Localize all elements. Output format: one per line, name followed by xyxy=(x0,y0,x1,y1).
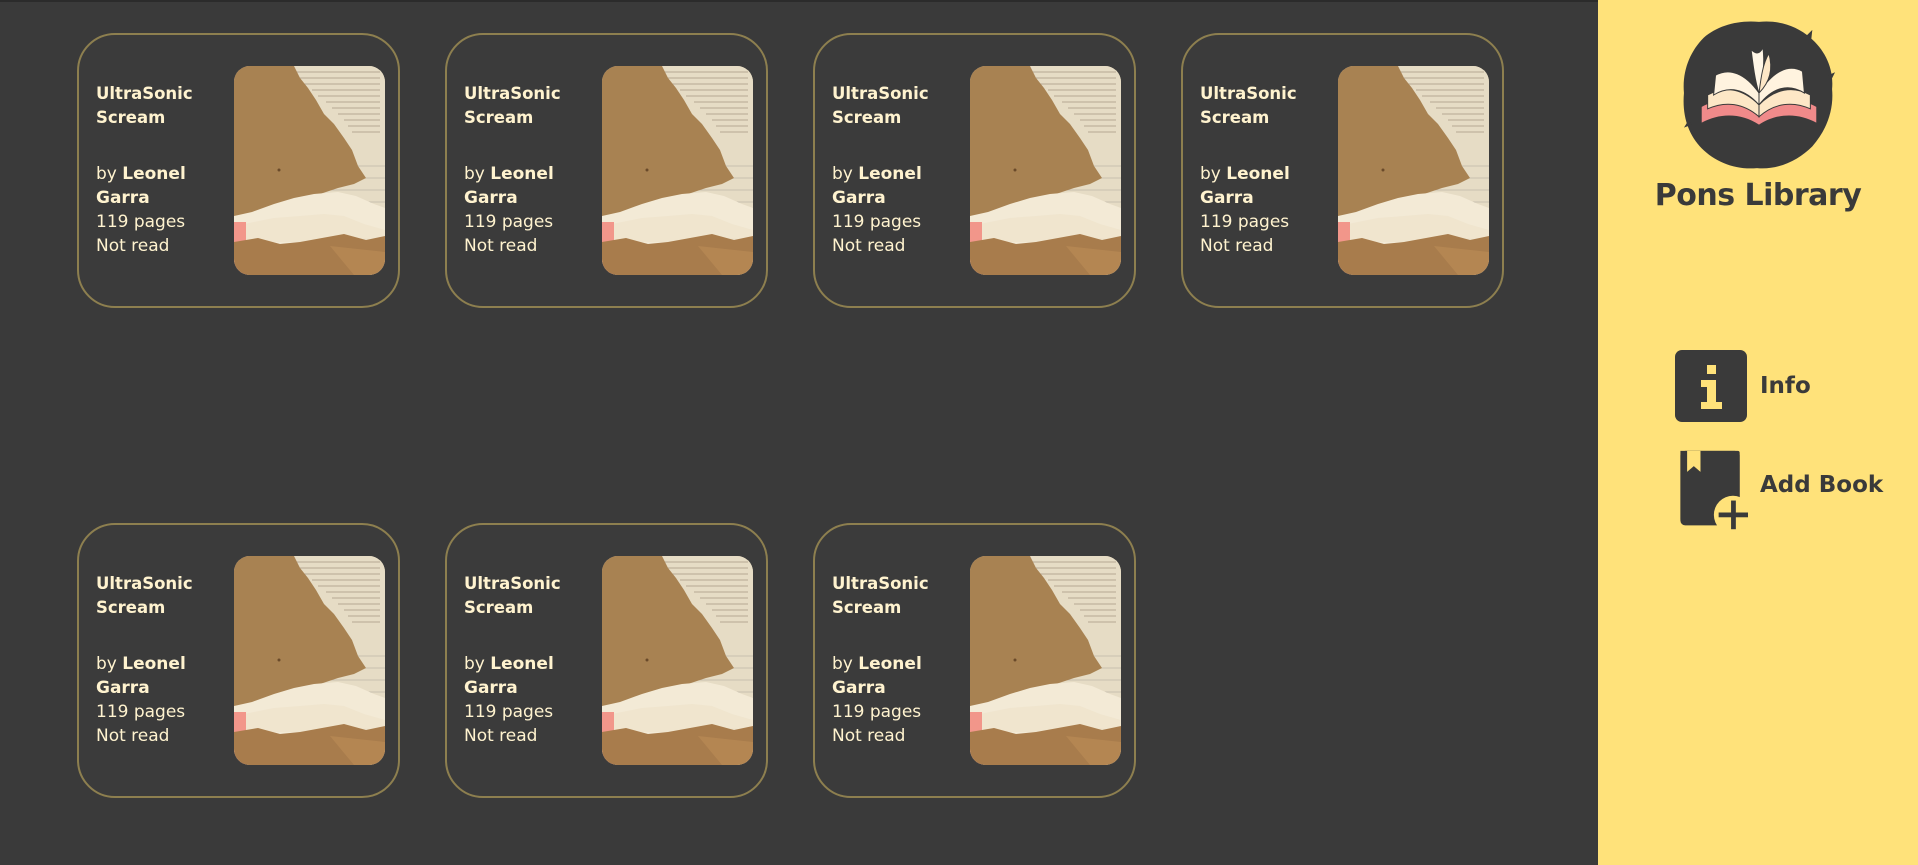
book-status[interactable]: Not read xyxy=(464,724,574,748)
book-author-line: by Leonel Garra xyxy=(96,162,206,210)
book-status[interactable]: Not read xyxy=(832,724,942,748)
book-card[interactable]: UltraSonic Scream by Leonel Garra 119 pa… xyxy=(77,523,400,798)
book-info: UltraSonic Scream by Leonel Garra 119 pa… xyxy=(832,82,942,258)
book-pages: 119 pages xyxy=(96,212,186,232)
book-info: UltraSonic Scream by Leonel Garra 119 pa… xyxy=(464,82,574,258)
book-title: UltraSonic Scream xyxy=(96,574,193,617)
book-pages: 119 pages xyxy=(464,702,554,722)
book-title: UltraSonic Scream xyxy=(1200,84,1297,127)
book-cover-image xyxy=(234,66,385,275)
book-status[interactable]: Not read xyxy=(96,724,206,748)
book-card[interactable]: UltraSonic Scream by Leonel Garra 119 pa… xyxy=(813,33,1136,308)
book-status[interactable]: Not read xyxy=(96,234,206,258)
book-cover-image xyxy=(602,66,753,275)
book-pages: 119 pages xyxy=(832,702,922,722)
book-author-line: by Leonel Garra xyxy=(464,162,574,210)
by-label: by xyxy=(96,164,117,184)
info-button[interactable]: Info xyxy=(1674,349,1811,423)
book-info: UltraSonic Scream by Leonel Garra 119 pa… xyxy=(96,572,206,748)
book-cover-image xyxy=(970,66,1121,275)
by-label: by xyxy=(464,164,485,184)
by-label: by xyxy=(832,164,853,184)
book-author-line: by Leonel Garra xyxy=(1200,162,1310,210)
by-label: by xyxy=(1200,164,1221,184)
book-title: UltraSonic Scream xyxy=(464,574,561,617)
book-author-line: by Leonel Garra xyxy=(464,652,574,700)
book-card[interactable]: UltraSonic Scream by Leonel Garra 119 pa… xyxy=(813,523,1136,798)
book-card[interactable]: UltraSonic Scream by Leonel Garra 119 pa… xyxy=(77,33,400,308)
info-label: Info xyxy=(1760,373,1811,399)
book-cover-image xyxy=(234,556,385,765)
book-pages: 119 pages xyxy=(96,702,186,722)
book-cover-image xyxy=(970,556,1121,765)
add-bookmark-icon xyxy=(1674,448,1753,534)
book-status[interactable]: Not read xyxy=(1200,234,1310,258)
by-label: by xyxy=(832,654,853,674)
book-info: UltraSonic Scream by Leonel Garra 119 pa… xyxy=(96,82,206,258)
book-info: UltraSonic Scream by Leonel Garra 119 pa… xyxy=(1200,82,1310,258)
by-label: by xyxy=(464,654,485,674)
book-info: UltraSonic Scream by Leonel Garra 119 pa… xyxy=(832,572,942,748)
book-card[interactable]: UltraSonic Scream by Leonel Garra 119 pa… xyxy=(445,33,768,308)
app: UltraSonic Scream by Leonel Garra 119 pa… xyxy=(0,0,1918,865)
book-grid: UltraSonic Scream by Leonel Garra 119 pa… xyxy=(0,0,1598,865)
book-author-line: by Leonel Garra xyxy=(832,162,942,210)
book-pages: 119 pages xyxy=(1200,212,1290,232)
by-label: by xyxy=(96,654,117,674)
sidebar: Pons Library Info Add Book xyxy=(1598,0,1918,865)
book-cover-image xyxy=(602,556,753,765)
info-icon xyxy=(1674,349,1748,423)
book-title: UltraSonic Scream xyxy=(832,574,929,617)
brand-name: Pons Library xyxy=(1654,178,1862,213)
book-info: UltraSonic Scream by Leonel Garra 119 pa… xyxy=(464,572,574,748)
book-pages: 119 pages xyxy=(832,212,922,232)
book-cover-image xyxy=(1338,66,1489,275)
book-author-line: by Leonel Garra xyxy=(96,652,206,700)
book-status[interactable]: Not read xyxy=(832,234,942,258)
book-title: UltraSonic Scream xyxy=(96,84,193,127)
book-pages: 119 pages xyxy=(464,212,554,232)
book-card[interactable]: UltraSonic Scream by Leonel Garra 119 pa… xyxy=(1181,33,1504,308)
open-book-icon xyxy=(1680,16,1838,174)
book-card[interactable]: UltraSonic Scream by Leonel Garra 119 pa… xyxy=(445,523,768,798)
book-author-line: by Leonel Garra xyxy=(832,652,942,700)
book-title: UltraSonic Scream xyxy=(464,84,561,127)
add-book-label: Add Book xyxy=(1760,472,1884,498)
add-book-button[interactable]: Add Book xyxy=(1674,448,1884,534)
book-title: UltraSonic Scream xyxy=(832,84,929,127)
book-status[interactable]: Not read xyxy=(464,234,574,258)
